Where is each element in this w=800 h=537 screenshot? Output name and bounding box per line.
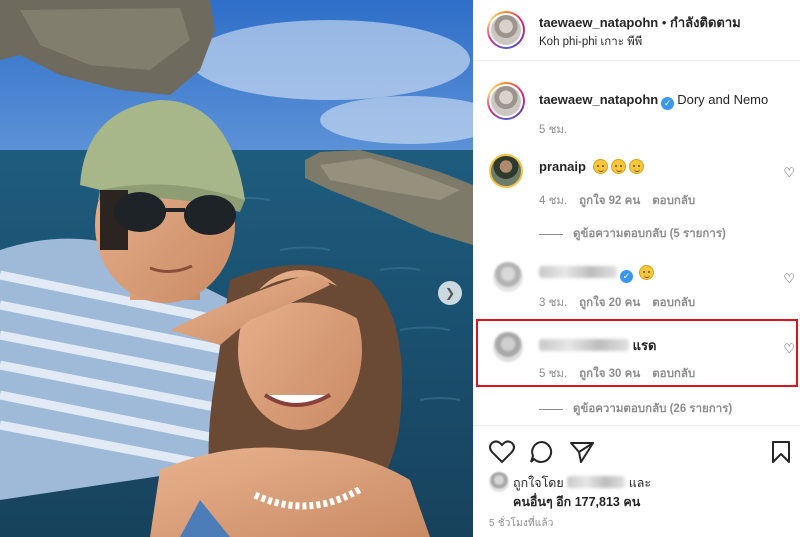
reply-dash [539,408,563,410]
likes-suffix: และ [628,476,652,490]
blurred-liker[interactable] [567,476,626,488]
following-button[interactable]: กำลังติดตาม [670,15,741,30]
comment-meta: 5 ชม. ถูกใจ 30 คน ตอบกลับ [539,365,695,383]
photo-illustration [0,0,473,537]
likes-others[interactable]: คนอื่นๆ อีก 177,813 คน [513,492,640,512]
emoji-icon [592,159,608,174]
header-separator: • [661,15,667,30]
verified-badge-icon: ✓ [661,97,675,110]
share-icon[interactable] [569,440,595,464]
post-detail-panel: taewaew_natapohn • กำลังติดตาม Koh phi-p… [473,0,800,537]
comment-avatar[interactable] [489,154,523,188]
caption: taewaew_natapohn ✓ Dory and Nemo [539,92,768,110]
comment-like-heart-icon[interactable]: ♡ [783,271,795,287]
comment-likes[interactable]: ถูกใจ 30 คน [579,365,640,383]
actions-divider [473,425,800,426]
heart-icon[interactable] [489,440,515,464]
comment-1: pranaip [539,159,644,174]
comment-time[interactable]: 3 ชม. [539,294,567,312]
post-location[interactable]: Koh phi-phi เกาะ พีพี [539,33,642,51]
comment-avatar[interactable] [493,332,523,362]
comment-text: แรด [632,338,657,353]
comment-3: แรด [539,335,656,356]
author-avatar[interactable] [487,11,525,49]
reply-button[interactable]: ตอบกลับ [652,294,695,312]
comment-avatar[interactable] [493,262,523,292]
post-header: taewaew_natapohn • กำลังติดตาม Koh phi-p… [473,0,800,61]
comment-2: ✓ [539,265,654,283]
blurred-username[interactable] [539,339,629,351]
reply-button[interactable]: ตอบกลับ [652,192,695,210]
comment-time[interactable]: 4 ชม. [539,192,567,210]
comment-icon[interactable] [529,440,555,464]
post-timestamp[interactable]: 5 ชั่วโมงที่แล้ว [489,516,554,531]
liker-avatar[interactable] [489,472,509,492]
view-replies-button[interactable]: ดูข้อความตอบกลับ (5 รายการ) [539,225,726,243]
caption-username[interactable]: taewaew_natapohn [539,92,658,107]
comment-meta: 4 ชม. ถูกใจ 92 คน ตอบกลับ [539,192,695,210]
comment-meta: 3 ชม. ถูกใจ 20 คน ตอบกลับ [539,294,695,312]
comment-likes[interactable]: ถูกใจ 92 คน [579,192,640,210]
post-photo: ❯ [0,0,473,537]
comment-time[interactable]: 5 ชม. [539,365,567,383]
author-username[interactable]: taewaew_natapohn [539,15,658,30]
caption-meta: 5 ชม. [539,121,567,139]
likes-summary: ถูกใจโดย และ [513,473,651,493]
comment-likes[interactable]: ถูกใจ 20 คน [579,294,640,312]
view-replies-label: ดูข้อความตอบกลับ (26 รายการ) [573,403,733,415]
caption-avatar[interactable] [487,82,525,120]
comment-like-heart-icon[interactable]: ♡ [783,341,795,357]
reply-dash [539,233,563,235]
next-photo-button[interactable]: ❯ [438,281,462,305]
caption-time[interactable]: 5 ชม. [539,121,567,139]
emoji-icon [610,159,626,174]
post-actions [473,440,800,466]
caption-text: Dory and Nemo [677,92,769,107]
reply-button[interactable]: ตอบกลับ [652,365,695,383]
comment-username[interactable]: pranaip [539,159,586,174]
emoji-icon [628,159,644,174]
likes-prefix: ถูกใจโดย [513,476,564,490]
emoji-icon [639,265,654,280]
view-replies-label: ดูข้อความตอบกลับ (5 รายการ) [573,228,726,240]
comment-like-heart-icon[interactable]: ♡ [783,165,795,181]
chevron-right-icon: ❯ [444,286,456,300]
verified-badge-icon: ✓ [620,270,633,283]
bookmark-icon[interactable] [769,440,793,464]
view-replies-button[interactable]: ดูข้อความตอบกลับ (26 รายการ) [539,400,732,418]
blurred-username[interactable] [539,266,617,278]
